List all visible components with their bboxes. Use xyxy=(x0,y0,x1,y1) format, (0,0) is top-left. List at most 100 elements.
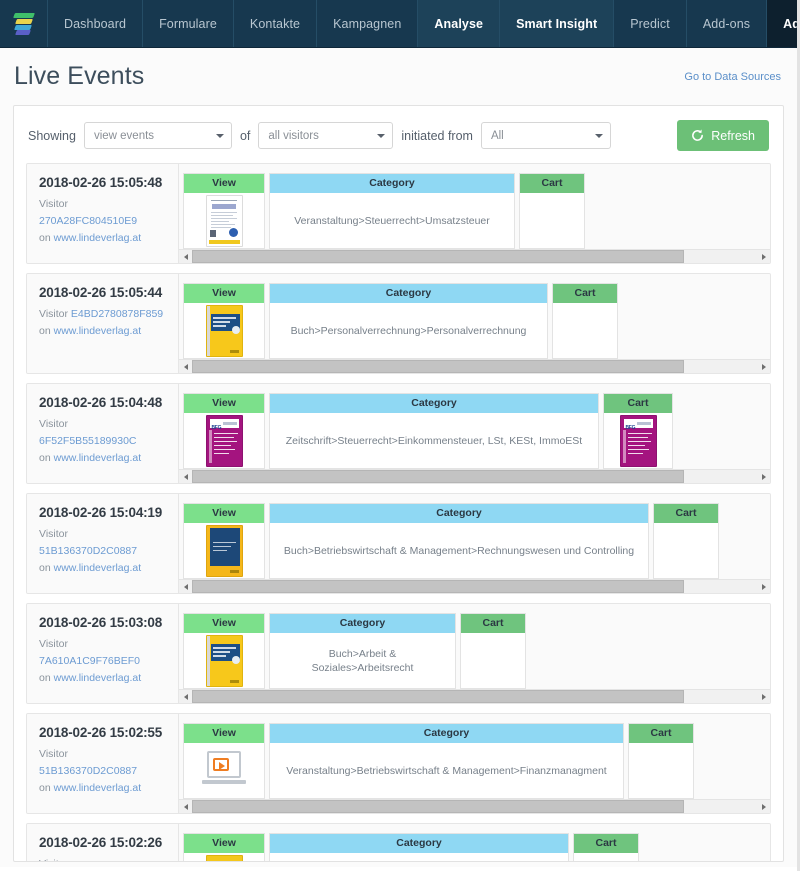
scroll-right-arrow-icon[interactable] xyxy=(757,470,770,483)
event-columns: View Category Veranstaltung>Betriebswirtsc… xyxy=(179,714,770,799)
view-column-header: View xyxy=(184,504,264,523)
nav-item-analyse[interactable]: Analyse xyxy=(418,0,501,47)
nav-item-kontakte[interactable]: Kontakte xyxy=(234,0,318,47)
category-column: Category Veranstaltung>Steuerrecht>Umsatz… xyxy=(269,173,515,249)
nav-item-admin[interactable]: Admin xyxy=(767,0,800,55)
event-row: 2018-02-26 15:04:19 Visitor 51B136370D2C0… xyxy=(26,493,771,594)
visitor-label: Visitor xyxy=(39,418,68,430)
scrollbar-track[interactable] xyxy=(192,360,757,373)
event-timestamp: 2018-02-26 15:04:19 xyxy=(39,505,163,520)
horizontal-scrollbar[interactable] xyxy=(179,579,770,593)
event-meta: 2018-02-26 15:03:08 Visitor 7A610A1C9F76B… xyxy=(27,604,179,703)
site-link[interactable]: www.lindeverlag.at xyxy=(54,232,142,244)
scroll-left-arrow-icon[interactable] xyxy=(179,360,192,373)
event-meta: 2018-02-26 15:04:19 Visitor 51B136370D2C0… xyxy=(27,494,179,593)
horizontal-scrollbar[interactable] xyxy=(179,469,770,483)
visitor-label: Visitor xyxy=(39,858,68,861)
webinar-icon[interactable] xyxy=(202,750,246,791)
scroll-right-arrow-icon[interactable] xyxy=(757,250,770,263)
scrollbar-thumb[interactable] xyxy=(192,250,684,263)
audience-select[interactable]: all visitors xyxy=(258,122,394,149)
product-thumbnail[interactable] xyxy=(205,194,243,247)
visitor-id-link[interactable]: 51B136370D2C0887 xyxy=(39,545,137,557)
scroll-right-arrow-icon[interactable] xyxy=(757,690,770,703)
category-value: Buch>Betriebswirtschaft & Management>Rec… xyxy=(283,544,635,557)
visitor-id-link[interactable]: 6F52F5B55189930C xyxy=(39,435,137,447)
horizontal-scrollbar[interactable] xyxy=(179,249,770,263)
event-meta: 2018-02-26 15:05:48 Visitor 270A28FC80451… xyxy=(27,164,179,263)
view-column: View xyxy=(183,173,265,249)
view-column-header: View xyxy=(184,394,264,413)
nav-item-add-ons[interactable]: Add-ons xyxy=(687,0,768,47)
nav-label: Kontakte xyxy=(249,16,301,31)
visitor-id-link[interactable]: E4BD2780878F859 xyxy=(71,308,163,320)
product-thumbnail[interactable]: BFG xyxy=(205,414,243,467)
scrollbar-thumb[interactable] xyxy=(192,800,684,813)
app-logo[interactable] xyxy=(0,0,48,47)
category-column: Category Veranstaltung>Betriebswirtschaft… xyxy=(269,723,624,799)
category-column: Category Zeitschrift>Steuerrecht>Einkomme… xyxy=(269,393,599,469)
site-link[interactable]: www.lindeverlag.at xyxy=(54,672,142,684)
scroll-left-arrow-icon[interactable] xyxy=(179,580,192,593)
cart-column-header: Cart xyxy=(520,174,584,193)
nav-item-smart-insight[interactable]: Smart Insight xyxy=(500,0,615,47)
event-visitor: Visitor E4BD2780878F859 xyxy=(39,306,168,323)
visitor-id-link[interactable]: 51B136370D2C0887 xyxy=(39,765,137,777)
event-meta: 2018-02-26 15:05:44 Visitor E4BD2780878F8… xyxy=(27,274,179,373)
event-type-select[interactable]: view events xyxy=(83,122,232,149)
scroll-right-arrow-icon[interactable] xyxy=(757,360,770,373)
event-columns: View Category Buch>Arbeit & Soziales>Arbei… xyxy=(179,604,770,689)
event-row: 2018-02-26 15:04:48 Visitor 6F52F5B551899… xyxy=(26,383,771,484)
scroll-right-arrow-icon[interactable] xyxy=(757,800,770,813)
on-label: on xyxy=(39,232,54,244)
scrollbar-thumb[interactable] xyxy=(192,690,684,703)
product-thumbnail[interactable] xyxy=(205,634,243,687)
visitor-label: Visitor xyxy=(39,638,68,650)
horizontal-scrollbar[interactable] xyxy=(179,359,770,373)
event-row: 2018-02-26 15:03:08 Visitor 7A610A1C9F76B… xyxy=(26,603,771,704)
product-thumbnail[interactable] xyxy=(205,304,243,357)
scrollbar-track[interactable] xyxy=(192,800,757,813)
nav-item-predict[interactable]: Predict xyxy=(614,0,687,47)
scroll-left-arrow-icon[interactable] xyxy=(179,250,192,263)
site-link[interactable]: www.lindeverlag.at xyxy=(54,452,142,464)
site-link[interactable]: www.lindeverlag.at xyxy=(54,782,142,794)
go-to-data-sources-link[interactable]: Go to Data Sources xyxy=(684,71,781,83)
scrollbar-thumb[interactable] xyxy=(192,470,684,483)
scrollbar-thumb[interactable] xyxy=(192,360,684,373)
event-visitor: Visitor 7A610A1C9F76BEF0 xyxy=(39,636,168,670)
visitor-id-link[interactable]: 7A610A1C9F76BEF0 xyxy=(39,655,140,667)
scroll-left-arrow-icon[interactable] xyxy=(179,690,192,703)
visitor-id-link[interactable]: 270A28FC804510E9 xyxy=(39,215,137,227)
visitor-label: Visitor xyxy=(39,748,68,760)
source-select[interactable]: All xyxy=(480,122,611,149)
chevron-down-icon xyxy=(377,133,386,138)
scrollbar-track[interactable] xyxy=(192,470,757,483)
refresh-button[interactable]: Refresh xyxy=(677,120,769,151)
scroll-left-arrow-icon[interactable] xyxy=(179,470,192,483)
scrollbar-track[interactable] xyxy=(192,580,757,593)
horizontal-scrollbar[interactable] xyxy=(179,799,770,813)
cart-column-header: Cart xyxy=(553,284,617,303)
nav-label: Admin xyxy=(783,16,800,31)
view-column-body: ESt xyxy=(184,853,264,861)
scrollbar-track[interactable] xyxy=(192,250,757,263)
view-column: ViewESt xyxy=(183,833,265,861)
scrollbar-track[interactable] xyxy=(192,690,757,703)
cart-column-body xyxy=(461,633,525,688)
nav-item-formulare[interactable]: Formulare xyxy=(143,0,234,47)
product-thumbnail[interactable] xyxy=(205,524,243,577)
audience-value: all visitors xyxy=(268,129,319,142)
site-link[interactable]: www.lindeverlag.at xyxy=(54,325,142,337)
scroll-right-arrow-icon[interactable] xyxy=(757,580,770,593)
product-thumbnail[interactable]: ESt xyxy=(205,854,243,861)
horizontal-scrollbar[interactable] xyxy=(179,689,770,703)
event-timestamp: 2018-02-26 15:03:08 xyxy=(39,615,163,630)
event-timestamp: 2018-02-26 15:05:48 xyxy=(39,175,163,190)
nav-item-dashboard[interactable]: Dashboard xyxy=(48,0,144,47)
product-thumbnail[interactable]: BFG xyxy=(619,414,657,467)
scrollbar-thumb[interactable] xyxy=(192,580,684,593)
nav-item-kampagnen[interactable]: Kampagnen xyxy=(317,0,419,47)
scroll-left-arrow-icon[interactable] xyxy=(179,800,192,813)
site-link[interactable]: www.lindeverlag.at xyxy=(54,562,142,574)
